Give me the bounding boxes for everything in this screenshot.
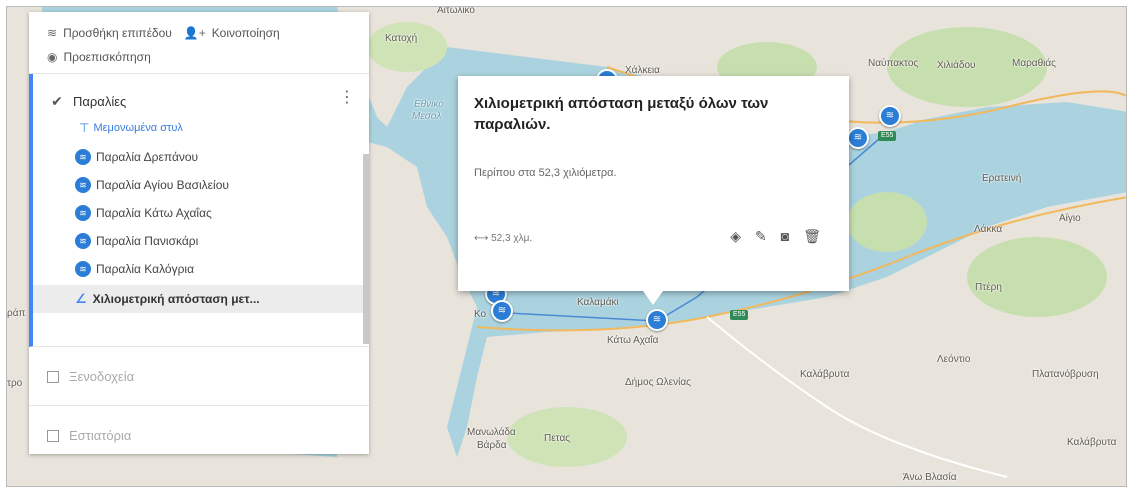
list-item[interactable]: ≋ Παραλία Καλόγρια [33,255,369,283]
beach-icon: ≋ [75,261,91,277]
place-dimos-olenias: Δήμος Ωλενίας [625,377,691,388]
layer-restaurants: Εστιατόρια [29,406,369,464]
place-katochi: Κατοχή [385,33,418,44]
place-petas: Πετας [544,433,571,444]
place-platanovrysi: Πλατανόβρυση [1032,369,1099,380]
info-pointer [643,291,663,305]
place-ano-vlasia: Άνω Βλασία [903,472,957,483]
layer-name[interactable]: Εστιατόρια [69,428,131,443]
delete-icon[interactable]: 🗑 [803,228,821,245]
place-tro: τρο [7,378,23,389]
place-mesol: Μεσολ [412,111,442,122]
layer-checkbox[interactable] [47,370,59,383]
place-kalamaki: Καλαμάκι [577,297,619,308]
layers-panel: ≋ Προσθήκη επιπέδου 👤+ Κοινοποίηση ◉ Προ… [29,12,369,454]
beach-icon: ≋ [652,314,662,325]
beach-icon: ≋ [885,110,895,121]
layer-beaches: ✔ Παραλίες ⋮ ⊤ Μεμονωμένα στυλ ≋ Παραλία… [29,74,369,347]
place-xiliadou: Χιλιάδου [937,60,976,71]
camera-icon[interactable]: ◙ [781,228,789,245]
paint-bucket-icon[interactable]: ◈ [730,228,741,245]
beach-marker[interactable]: ≋ [491,300,513,322]
share-button[interactable]: Κοινοποίηση [212,26,280,40]
info-actions: ◈ ✎ ◙ 🗑 [730,228,821,245]
panel-header: ≋ Προσθήκη επιπέδου 👤+ Κοινοποίηση ◉ Προ… [29,12,369,74]
place-leontio: Λεόντιο [937,354,971,365]
place-ko: Κο [474,309,487,320]
beach-icon: ≋ [853,132,863,143]
measurement: ⟷ 52,3 χλμ. [474,233,533,244]
place-ethniko: Εθνικό [414,99,444,110]
place-lakka: Λάκκα [974,224,1003,235]
road-badge: E55 [878,131,897,141]
preview-button[interactable]: Προεπισκόπηση [63,50,150,64]
place-chalkeia: Χάλκεια [625,65,660,76]
edit-icon[interactable]: ✎ [755,228,767,245]
scrollbar[interactable] [363,154,369,344]
place-varda: Βάρδα [477,440,507,451]
style-link[interactable]: ⊤ Μεμονωμένα στυλ [79,121,369,135]
info-description: Περίπου στα 52,3 χιλιόμετρα. [474,167,617,179]
beach-icon: ≋ [75,205,91,221]
add-layer-button[interactable]: Προσθήκη επιπέδου [63,26,172,40]
list-item[interactable]: ≋ Παραλία Δρεπάνου [33,143,369,171]
place-aitoliko: Αιτωλικό [437,6,475,16]
beach-marker[interactable]: ≋ [879,105,901,127]
place-eratini: Ερατεινή [982,173,1022,184]
road-badge: E55 [730,310,749,320]
layer-hotels: Ξενοδοχεία [29,347,369,406]
place-kato-achaia: Κάτω Αχαΐα [607,335,659,346]
more-options-icon[interactable]: ⋮ [339,90,355,106]
layer-name[interactable]: Ξενοδοχεία [69,369,134,384]
place-kalavryta-2: Καλάβρυτα [1067,437,1117,448]
layer-checkbox[interactable]: ✔ [51,93,63,109]
layers-icon: ≋ [47,26,58,40]
list-item[interactable]: ≋ Παραλία Πανισκάρι [33,227,369,255]
eye-icon: ◉ [47,50,58,64]
info-window: Χιλιομετρική απόσταση μεταξύ όλων των πα… [458,76,849,305]
place-kalavryta: Καλάβρυτα [800,369,850,380]
place-marathias: Μαραθιάς [1012,58,1056,69]
distance-icon: ⟷ [474,233,489,244]
list-item[interactable]: ≋ Παραλία Κάτω Αχαΐας [33,199,369,227]
place-nafpaktos: Ναύπακτος [868,58,919,69]
place-aigio: Αίγιο [1059,213,1081,224]
beach-icon: ≋ [75,177,91,193]
info-title: Χιλιομετρική απόσταση μεταξύ όλων των πα… [474,95,769,133]
beach-icon: ≋ [497,305,507,316]
list-item-selected[interactable]: ∠ Χιλιομετρική απόσταση μετ... [33,285,369,313]
layer-name[interactable]: Παραλίες [73,94,126,109]
layer-checkbox[interactable] [47,429,59,442]
beach-icon: ≋ [75,149,91,165]
add-person-icon: 👤+ [183,26,206,40]
place-manolada: Μανωλάδα [467,427,516,438]
beach-icon: ≋ [75,233,91,249]
list-item[interactable]: ≋ Παραλία Αγίου Βασιλείου [33,171,369,199]
beach-marker[interactable]: ≋ [646,309,668,331]
ruler-icon: ∠ [75,291,87,306]
place-ra: ράπ [7,308,26,319]
paint-roller-icon: ⊤ [79,121,90,135]
beach-marker[interactable]: ≋ [847,127,869,149]
place-pteri: Πτέρη [975,282,1002,293]
